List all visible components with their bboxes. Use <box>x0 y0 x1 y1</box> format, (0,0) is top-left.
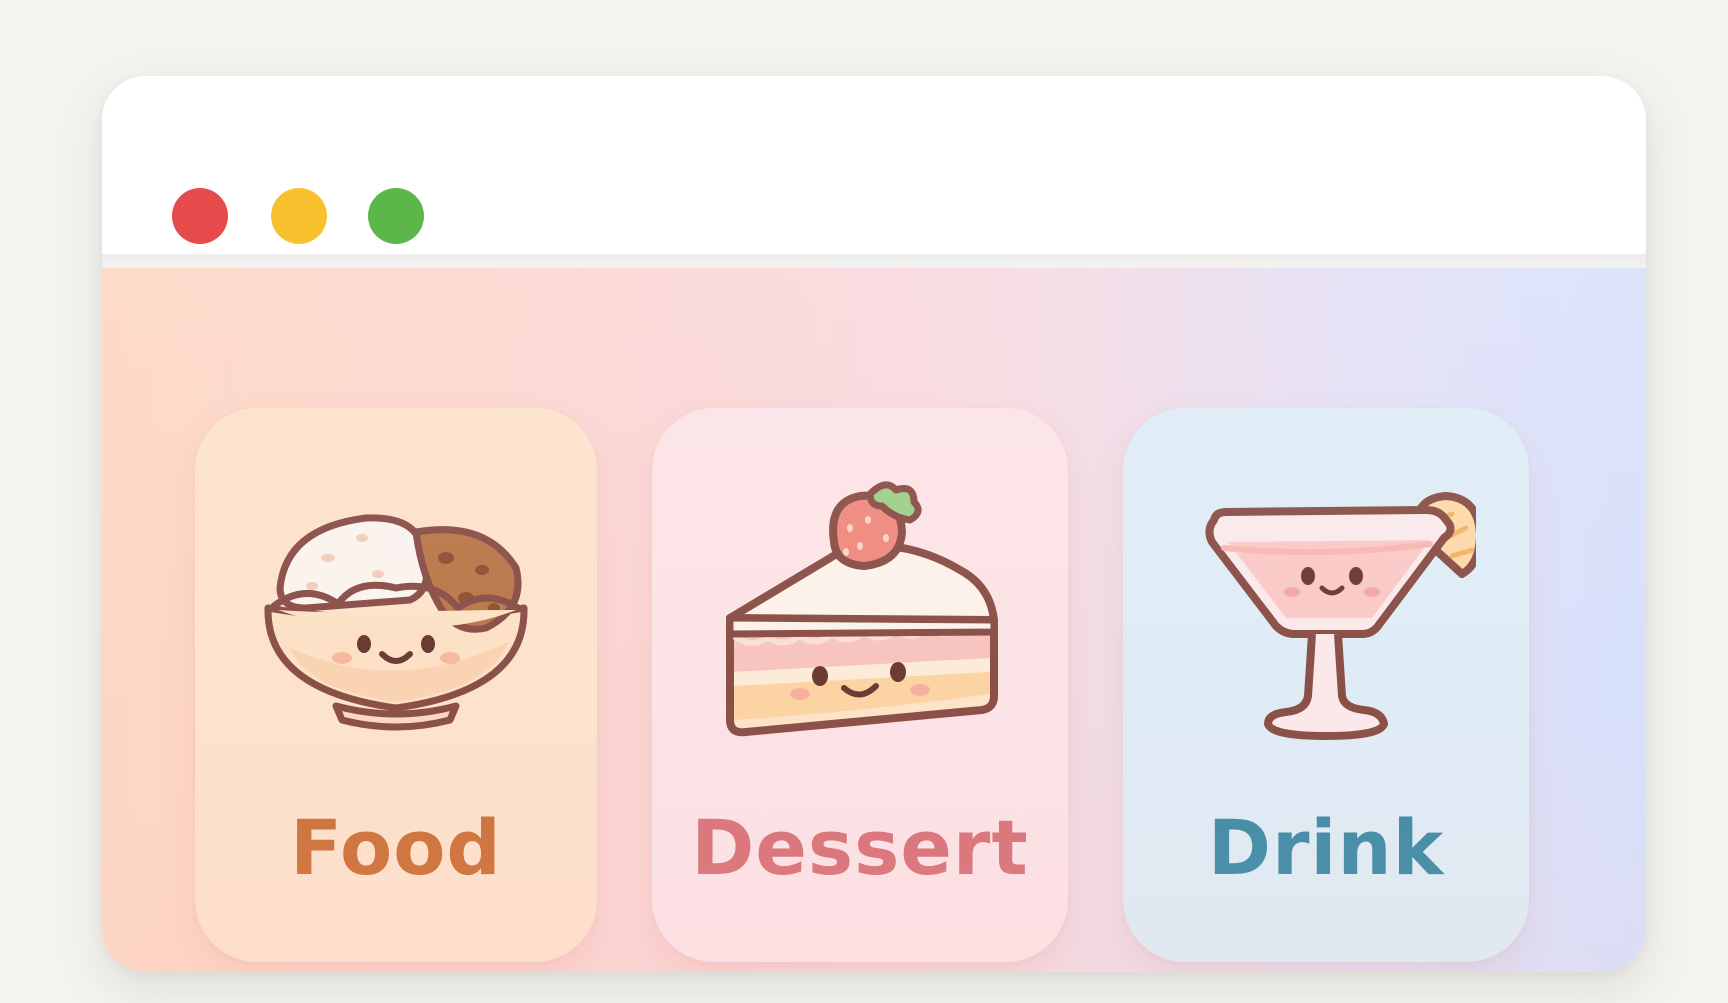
app-window: Food Dessert Drink <box>102 76 1646 972</box>
title-bar-divider <box>102 254 1646 268</box>
rice-bowl-icon <box>264 514 528 731</box>
category-grid: Food Dessert Drink <box>102 268 1646 972</box>
category-card-food[interactable]: Food <box>195 408 597 962</box>
category-label-food: Food <box>290 803 502 892</box>
cocktail-icon <box>1205 492 1476 740</box>
category-card-dessert[interactable]: Dessert <box>652 408 1068 962</box>
category-label-dessert: Dessert <box>691 803 1029 892</box>
title-bar <box>102 76 1646 254</box>
strawberry-cake-icon <box>726 481 998 737</box>
minimize-button[interactable] <box>271 188 327 244</box>
close-button[interactable] <box>172 188 228 244</box>
category-label-drink: Drink <box>1207 803 1445 892</box>
maximize-button[interactable] <box>368 188 424 244</box>
category-card-drink[interactable]: Drink <box>1123 408 1529 962</box>
